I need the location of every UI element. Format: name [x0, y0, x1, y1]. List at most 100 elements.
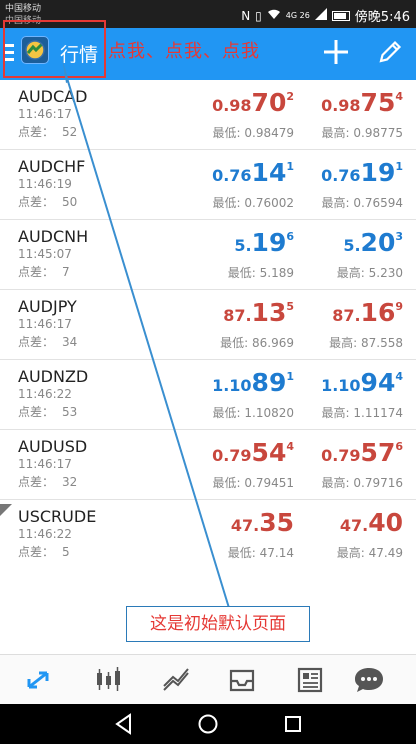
symbol-name: USCRUDE [18, 507, 97, 526]
status-icons: N ▯ 4G 26 傍晚5:46 [241, 6, 410, 25]
ask-price-main: 75 [360, 88, 396, 117]
bid-price-prefix: 0.79 [212, 446, 252, 465]
home-circle-icon [198, 714, 218, 734]
chart-icon [97, 667, 120, 691]
spread-label: 点差： [18, 195, 55, 209]
quote-row-audchf[interactable]: AUDCHF 11:46:19 点差： 50 0.76141 0.76191 最低: 0.7… [0, 150, 416, 220]
news-icon [297, 667, 323, 693]
quote-time: 11:46:17 [18, 457, 72, 471]
ask-price-prefix: 87. [332, 306, 361, 325]
bid-price-main: 19 [251, 228, 287, 257]
spread-label: 点差： [18, 545, 55, 559]
quotes-list: AUDCAD 11:46:17 点差： 52 0.98702 0.98754 最低: 0.9… [0, 80, 416, 570]
add-symbol-button[interactable] [322, 38, 350, 66]
system-navigation-bar [0, 704, 416, 744]
quote-row-uscrude[interactable]: USCRUDE 11:46:22 点差： 5 47.35 47.40 最低: 47.14 最高… [0, 500, 416, 570]
back-triangle-icon [115, 713, 131, 735]
bid-price-fraction: 6 [286, 230, 294, 243]
messages-icon [355, 668, 383, 692]
spread-info: 点差： 7 [18, 263, 70, 280]
ask-price: 87.169 [332, 298, 403, 327]
nfc-icon: N [241, 8, 251, 23]
spread-value: 32 [62, 475, 78, 489]
bid-price-fraction: 1 [286, 370, 294, 383]
spread-label: 点差： [18, 265, 55, 279]
bid-price-prefix: 5. [234, 236, 252, 255]
nav-quotes[interactable] [21, 663, 55, 697]
nav-chart[interactable] [91, 663, 125, 697]
bid-price-main: 70 [251, 88, 287, 117]
quote-time: 11:46:22 [18, 387, 72, 401]
signal-icon [314, 8, 327, 23]
bid-price-fraction: 5 [286, 300, 294, 313]
daily-high: 最高: 0.79716 [321, 476, 403, 490]
daily-low: 最低: 47.14 [227, 546, 294, 560]
quote-row-audcad[interactable]: AUDCAD 11:46:17 点差： 52 0.98702 0.98754 最低: 0.9… [0, 80, 416, 150]
status-time: 傍晚5:46 [354, 10, 410, 25]
vibrate-icon: ▯ [255, 8, 262, 23]
row-marker-triangle [0, 504, 12, 516]
annotation-callout: 这是初始默认页面 [126, 606, 310, 642]
ask-price-fraction: 4 [395, 90, 403, 103]
plus-icon [324, 40, 348, 64]
quote-time: 11:46:17 [18, 107, 72, 121]
nav-messages[interactable] [352, 663, 386, 697]
bottom-navigation [0, 654, 416, 704]
battery-icon [331, 10, 350, 21]
quote-row-audjpy[interactable]: AUDJPY 11:46:17 点差： 34 87.135 87.169 最低: 86.96… [0, 290, 416, 360]
symbol-name: AUDCHF [18, 157, 86, 176]
quote-time: 11:45:07 [18, 247, 72, 261]
bid-price: 0.98702 [212, 88, 294, 117]
ask-price-fraction: 3 [395, 230, 403, 243]
spread-info: 点差： 52 [18, 123, 77, 140]
history-icon [229, 669, 255, 692]
daily-high: 最高: 0.98775 [321, 126, 403, 140]
ask-price-fraction: 4 [395, 370, 403, 383]
edit-button[interactable] [376, 38, 404, 66]
back-button[interactable] [112, 712, 136, 736]
bid-price-prefix: 47. [230, 516, 260, 535]
spread-value: 50 [62, 195, 78, 209]
ask-price-main: 57 [360, 438, 396, 467]
recents-button[interactable] [281, 712, 305, 736]
spread-value: 52 [62, 125, 78, 139]
bid-price: 1.10891 [212, 368, 294, 397]
ask-price-main: 40 [368, 508, 403, 537]
bid-price-fraction: 4 [286, 440, 294, 453]
quote-row-audcnh[interactable]: AUDCNH 11:45:07 点差： 7 5.196 5.203 最低: 5.189 最高:… [0, 220, 416, 290]
ask-price: 0.98754 [321, 88, 403, 117]
quote-time: 11:46:17 [18, 317, 72, 331]
daily-low: 最低: 5.189 [227, 266, 294, 280]
ask-price-fraction: 9 [395, 300, 403, 313]
nav-news[interactable] [293, 663, 327, 697]
quote-row-audnzd[interactable]: AUDNZD 11:46:22 点差： 53 1.10891 1.10944 最低: 1.1… [0, 360, 416, 430]
quote-row-audusd[interactable]: AUDUSD 11:46:17 点差： 32 0.79544 0.79576 最低: 0.7… [0, 430, 416, 500]
spread-value: 5 [62, 545, 70, 559]
bid-price-main: 54 [251, 438, 287, 467]
ask-price-prefix: 5. [343, 236, 361, 255]
daily-high: 最高: 87.558 [329, 336, 403, 350]
symbol-name: AUDJPY [18, 297, 77, 316]
home-button[interactable] [196, 712, 220, 736]
nav-trade[interactable] [159, 663, 193, 697]
quote-time: 11:46:19 [18, 177, 72, 191]
spread-label: 点差： [18, 475, 55, 489]
bid-price-prefix: 0.98 [212, 96, 252, 115]
ask-price-prefix: 0.98 [321, 96, 361, 115]
nav-history[interactable] [225, 663, 259, 697]
ask-price-main: 16 [360, 298, 396, 327]
symbol-name: AUDUSD [18, 437, 88, 456]
ask-price-prefix: 47. [339, 516, 369, 535]
bid-price-fraction: 2 [286, 90, 294, 103]
spread-label: 点差： [18, 125, 55, 139]
trade-icon [163, 668, 189, 691]
overlay-annotation-text: 点我、点我、点我 [108, 41, 260, 62]
ask-price: 5.203 [343, 228, 403, 257]
daily-low: 最低: 86.969 [220, 336, 294, 350]
spread-info: 点差： 53 [18, 403, 77, 420]
annotation-highlight-box [3, 20, 106, 78]
bid-price-main: 89 [251, 368, 287, 397]
bid-price-prefix: 87. [223, 306, 252, 325]
daily-high: 最高: 5.230 [336, 266, 403, 280]
daily-high: 最高: 1.11174 [321, 406, 403, 420]
